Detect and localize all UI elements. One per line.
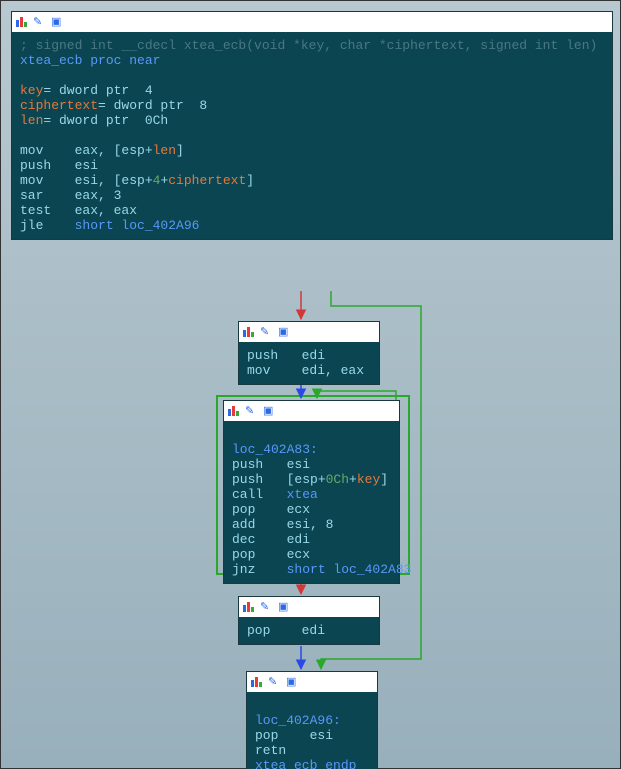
edit-icon[interactable] xyxy=(268,676,282,688)
asm-text: ] xyxy=(176,143,184,158)
asm-line: xtea_ecb proc near xyxy=(20,53,160,68)
asm-line: sar eax, 3 xyxy=(20,188,121,203)
asm-line: add esi, 8 xyxy=(232,517,333,532)
chart-icon[interactable] xyxy=(242,326,256,338)
node-titlebar xyxy=(224,401,399,421)
view-icon[interactable] xyxy=(278,601,292,613)
asm-line: xtea_ecb endp xyxy=(255,758,356,769)
edit-icon[interactable] xyxy=(33,16,47,28)
asm-text: jle xyxy=(20,218,75,233)
asm-text: 0Ch xyxy=(326,472,349,487)
asm-text: short loc_402A96 xyxy=(75,218,200,233)
asm-label: loc_402A96: xyxy=(255,713,341,728)
asm-text: ] xyxy=(246,173,254,188)
asm-line: pop ecx xyxy=(232,547,310,562)
node-setup-loop[interactable]: push edi mov edi, eax xyxy=(238,321,380,385)
edit-icon[interactable] xyxy=(260,326,274,338)
asm-text: len xyxy=(153,143,176,158)
asm-text: jnz xyxy=(232,562,287,577)
asm-line: push edi xyxy=(247,348,325,363)
node-titlebar xyxy=(239,597,379,617)
asm-text: push [esp+ xyxy=(232,472,326,487)
asm-line: dec edi xyxy=(232,532,310,547)
asm-text: key xyxy=(357,472,380,487)
asm-line: push esi xyxy=(232,457,310,472)
node-body: pop edi xyxy=(239,617,379,644)
asm-line: pop ecx xyxy=(232,502,310,517)
asm-text: xtea xyxy=(287,487,318,502)
edit-icon[interactable] xyxy=(260,601,274,613)
node-titlebar xyxy=(239,322,379,342)
node-loop-body[interactable]: loc_402A83: push esi push [esp+0Ch+key] … xyxy=(223,400,400,584)
asm-text: call xyxy=(232,487,287,502)
node-body: loc_402A83: push esi push [esp+0Ch+key] … xyxy=(224,421,399,583)
asm-text: + xyxy=(349,472,357,487)
view-icon[interactable] xyxy=(278,326,292,338)
node-titlebar xyxy=(247,672,377,692)
chart-icon[interactable] xyxy=(15,16,29,28)
asm-line: push esi xyxy=(20,158,98,173)
asm-line: ; signed int __cdecl xtea_ecb(void *key,… xyxy=(20,38,597,53)
node-body: push edi mov edi, eax xyxy=(239,342,379,384)
var-name: len xyxy=(20,113,43,128)
asm-line: test eax, eax xyxy=(20,203,137,218)
view-icon[interactable] xyxy=(263,405,277,417)
node-pop-edi[interactable]: pop edi xyxy=(238,596,380,645)
node-titlebar xyxy=(12,12,612,32)
asm-line: mov edi, eax xyxy=(247,363,364,378)
asm-text: ] xyxy=(380,472,388,487)
view-icon[interactable] xyxy=(286,676,300,688)
chart-icon[interactable] xyxy=(227,405,241,417)
node-body: ; signed int __cdecl xtea_ecb(void *key,… xyxy=(12,32,612,239)
edit-icon[interactable] xyxy=(245,405,259,417)
asm-line: pop esi xyxy=(255,728,333,743)
asm-text: ciphertext xyxy=(168,173,246,188)
asm-label: loc_402A83: xyxy=(232,442,318,457)
asm-text: = dword ptr 0Ch xyxy=(43,113,168,128)
asm-text: = dword ptr 8 xyxy=(98,98,207,113)
graph-canvas: { "nodes": { "n0": { "sig": "; signed in… xyxy=(0,0,621,769)
chart-icon[interactable] xyxy=(250,676,264,688)
asm-text: mov esi, [esp+ xyxy=(20,173,153,188)
chart-icon[interactable] xyxy=(242,601,256,613)
asm-line: retn xyxy=(255,743,286,758)
asm-line: pop edi xyxy=(247,623,325,638)
node-body: loc_402A96: pop esi retn xtea_ecb endp xyxy=(247,692,377,769)
asm-text: mov eax, [esp+ xyxy=(20,143,153,158)
var-name: ciphertext xyxy=(20,98,98,113)
node-prologue[interactable]: ; signed int __cdecl xtea_ecb(void *key,… xyxy=(11,11,613,240)
asm-text: short loc_402A83 xyxy=(287,562,412,577)
asm-text: = dword ptr 4 xyxy=(43,83,152,98)
var-name: key xyxy=(20,83,43,98)
view-icon[interactable] xyxy=(51,16,65,28)
node-epilogue[interactable]: loc_402A96: pop esi retn xtea_ecb endp xyxy=(246,671,378,769)
